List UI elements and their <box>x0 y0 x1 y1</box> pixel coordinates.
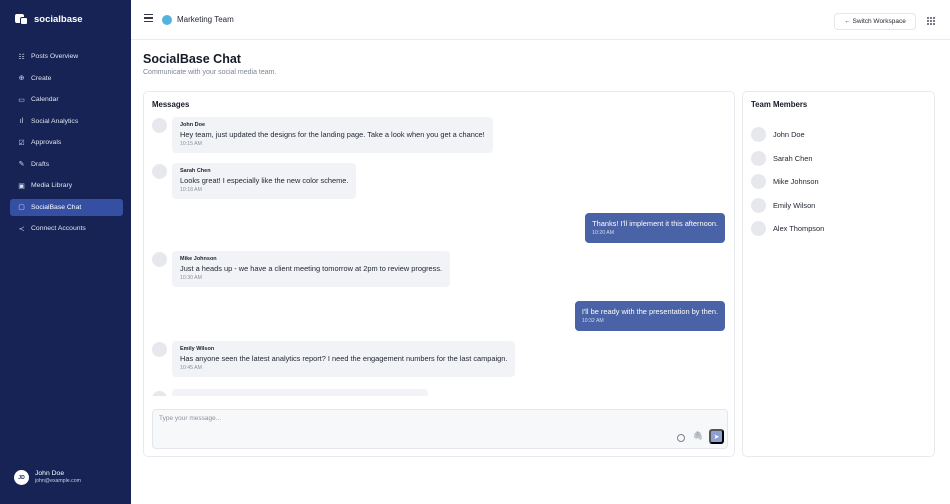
team-members-panel: Team Members John Doe Sarah Chen Mike John… <box>742 91 935 457</box>
check-document-icon: ☑ <box>18 139 25 147</box>
hamburger-menu-icon[interactable] <box>144 14 153 24</box>
incoming-message: Sarah Chen Looks great! I especially like… <box>172 163 357 199</box>
incoming-message: Mike Johnson Just a heads up - we have a … <box>172 251 451 287</box>
message-text: Looks great! I especially like the new c… <box>180 176 349 185</box>
brand[interactable]: socialbase <box>15 11 83 27</box>
sidebar-user-name: John Doe <box>35 470 65 477</box>
avatar <box>751 221 766 236</box>
message-time: 10:32 AM <box>581 318 604 324</box>
send-icon: ➤ <box>713 433 720 441</box>
apps-grid-icon[interactable] <box>927 17 935 25</box>
page-title: SocialBase Chat <box>143 52 241 66</box>
avatar <box>751 174 766 189</box>
sidebar-item-connect-accounts[interactable]: ≺ Connect Accounts <box>10 220 123 237</box>
sidebar-item-label: Posts Overview <box>31 53 79 60</box>
avatar <box>152 164 167 179</box>
list-icon: ☷ <box>18 53 25 61</box>
team-member-name: Emily Wilson <box>773 201 816 210</box>
avatar <box>751 151 766 166</box>
sidebar-user-info: John Doe john@example.com <box>35 470 81 485</box>
sidebar-item-media-library[interactable]: ▣ Media Library <box>10 177 123 194</box>
outgoing-message: I'll be ready with the presentation by t… <box>574 301 725 331</box>
sidebar-item-label: Social Analytics <box>31 117 79 125</box>
share-icon: ≺ <box>18 225 25 233</box>
sidebar-item-socialbase-chat[interactable]: ▢ SocialBase Chat <box>10 198 123 216</box>
message-text: Just a heads up - we have a client meeti… <box>180 264 443 273</box>
plus-circle-icon: ⊕ <box>18 75 25 82</box>
avatar <box>751 198 766 213</box>
message-sender: Emily Wilson <box>180 346 215 352</box>
message-text: Has anyone seen the latest analytics rep… <box>180 354 508 363</box>
message-composer: 🖇 ➤ <box>152 409 728 449</box>
topbar: Marketing Team ← Switch Workspace <box>131 0 950 40</box>
calendar-icon: ▭ <box>18 96 25 104</box>
team-member-name: Alex Thompson <box>773 224 825 233</box>
message-time: 10:15 AM <box>180 141 202 147</box>
message-input[interactable] <box>159 415 659 422</box>
emoji-icon[interactable] <box>677 434 685 442</box>
sidebar-item-drafts[interactable]: ✎ Drafts <box>10 156 123 173</box>
message-sender: Mike Johnson <box>180 256 217 262</box>
send-button[interactable]: ➤ <box>709 429 724 444</box>
edit-document-icon: ✎ <box>18 161 25 168</box>
sidebar-user-email: john@example.com <box>35 478 81 484</box>
message-time: 10:30 AM <box>180 275 202 281</box>
bar-chart-icon: ıl <box>19 117 24 125</box>
messages-panel: Messages John Doe Hey team, just updated … <box>143 91 735 457</box>
avatar <box>751 127 766 142</box>
message-list[interactable]: John Doe Hey team, just updated the desig… <box>144 114 734 396</box>
sidebar: socialbase ☷ Posts Overview ⊕ Create ▭ Calend… <box>0 0 131 504</box>
team-member[interactable]: Emily Wilson <box>751 198 815 213</box>
paperclip-icon[interactable]: 🖇 <box>693 431 703 440</box>
avatar <box>152 252 167 267</box>
team-member[interactable]: Sarah Chen <box>751 151 812 166</box>
avatar <box>152 391 167 396</box>
message-text: Hey team, just updated the designs for t… <box>180 130 485 139</box>
chat-icon: ▢ <box>18 204 25 211</box>
team-member[interactable]: Mike Johnson <box>751 174 819 189</box>
sidebar-item-label: Calendar <box>31 96 59 103</box>
team-name[interactable]: Marketing Team <box>177 15 234 24</box>
brand-name: socialbase <box>34 13 83 25</box>
team-member-name: Mike Johnson <box>773 177 819 186</box>
sidebar-item-label: Drafts <box>31 160 50 168</box>
message-text: I'll be ready with the presentation by t… <box>581 307 718 316</box>
message-sender: John Doe <box>180 122 206 128</box>
sidebar-item-social-analytics[interactable]: ıl Social Analytics <box>10 113 123 130</box>
message-text: Thanks! I'll implement it this afternoon… <box>592 219 718 228</box>
incoming-message: John Doe Hey team, just updated the desig… <box>172 117 493 153</box>
message-time: 10:20 AM <box>592 230 615 236</box>
team-member[interactable]: Alex Thompson <box>751 221 824 236</box>
sidebar-item-calendar[interactable]: ▭ Calendar <box>10 91 123 108</box>
team-members-title: Team Members <box>751 100 808 109</box>
sidebar-item-label: Media Library <box>31 182 73 189</box>
sidebar-user[interactable]: JD John Doe john@example.com <box>14 470 81 485</box>
sidebar-item-approvals[interactable]: ☑ Approvals <box>10 134 123 151</box>
switch-workspace-button[interactable]: ← Switch Workspace <box>834 13 916 30</box>
team-member[interactable]: John Doe <box>751 127 805 142</box>
message-time: 10:18 AM <box>180 187 202 193</box>
sidebar-item-label: SocialBase Chat <box>31 203 82 211</box>
team-color-dot <box>162 15 172 25</box>
avatar: JD <box>14 470 29 485</box>
sidebar-nav: ☷ Posts Overview ⊕ Create ▭ Calendar ıl Social … <box>10 48 123 242</box>
message-sender: Sarah Chen <box>180 168 211 174</box>
outgoing-message: Thanks! I'll implement it this afternoon… <box>585 213 725 243</box>
sidebar-item-label: Connect Accounts <box>31 225 86 232</box>
image-icon: ▣ <box>18 182 25 190</box>
avatar <box>152 342 167 357</box>
page-subtitle: Communicate with your social media team. <box>143 69 277 76</box>
sidebar-item-label: Approvals <box>31 139 62 146</box>
team-member-name: John Doe <box>773 130 805 139</box>
sidebar-item-create[interactable]: ⊕ Create <box>10 70 123 87</box>
incoming-message: Emily Wilson Has anyone seen the latest a… <box>172 341 516 377</box>
avatar <box>152 118 167 133</box>
messages-title: Messages <box>152 100 190 109</box>
partial-message <box>172 389 428 396</box>
sidebar-item-posts-overview[interactable]: ☷ Posts Overview <box>10 48 123 65</box>
message-time: 10:45 AM <box>180 365 202 371</box>
sidebar-item-label: Create <box>31 74 52 82</box>
team-member-name: Sarah Chen <box>773 154 813 163</box>
logo-icon <box>15 13 28 25</box>
